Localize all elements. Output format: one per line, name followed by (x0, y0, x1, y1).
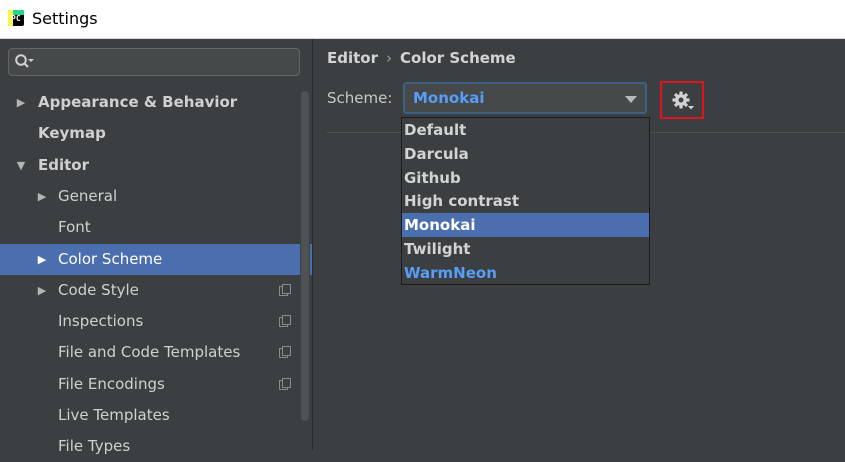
scheme-actions-button[interactable] (660, 81, 704, 119)
sidebar-item-label: Font (58, 218, 91, 236)
sidebar-item-color-scheme[interactable]: ▶ Color Scheme (0, 244, 312, 275)
scheme-option-twilight[interactable]: Twilight (402, 237, 649, 261)
gear-icon[interactable] (671, 90, 695, 112)
scheme-option-darcula[interactable]: Darcula (402, 142, 649, 166)
scheme-dropdown-list: Default Darcula Github High contrast Monokai… (401, 117, 650, 285)
sidebar-item-label: Color Scheme (58, 250, 163, 268)
title-bar: PC Settings (0, 0, 845, 39)
project-scope-icon (279, 315, 291, 327)
scrollbar-thumb[interactable] (301, 91, 309, 421)
search-input[interactable] (8, 48, 300, 76)
scheme-option-warmneon[interactable]: WarmNeon (402, 261, 649, 285)
settings-sidebar: ▶ Appearance & Behavior Keymap ▼ Editor ▶ Gene… (0, 39, 313, 455)
collapsed-arrow-icon[interactable]: ▶ (35, 275, 49, 306)
scheme-combobox[interactable]: Monokai (403, 82, 647, 114)
sidebar-item-label: General (58, 187, 118, 205)
chevron-down-icon (625, 96, 637, 103)
scheme-label: Scheme: (327, 89, 393, 107)
pycharm-icon: PC (8, 10, 24, 26)
sidebar-item-inspections[interactable]: Inspections (0, 306, 312, 337)
search-icon[interactable] (14, 53, 34, 71)
sidebar-item-file-and-code-templates[interactable]: File and Code Templates (0, 337, 312, 368)
sidebar-item-file-encodings[interactable]: File Encodings (0, 369, 312, 400)
breadcrumb-separator: › (386, 49, 392, 67)
sidebar-item-appearance-behavior[interactable]: ▶ Appearance & Behavior (0, 87, 312, 118)
scheme-option-high-contrast[interactable]: High contrast (402, 189, 649, 213)
sidebar-item-label: Keymap (38, 124, 106, 142)
breadcrumb-editor[interactable]: Editor (327, 49, 378, 67)
expanded-arrow-icon[interactable]: ▼ (14, 150, 28, 181)
scheme-option-default[interactable]: Default (402, 118, 649, 142)
project-scope-icon (279, 284, 291, 296)
sidebar-item-editor[interactable]: ▼ Editor (0, 150, 312, 181)
sidebar-item-code-style[interactable]: ▶ Code Style (0, 275, 312, 306)
sidebar-item-font[interactable]: Font (0, 212, 312, 243)
scheme-option-monokai[interactable]: Monokai (402, 213, 649, 238)
sidebar-item-label: Live Templates (58, 406, 170, 424)
sidebar-item-label: File Encodings (58, 375, 165, 393)
sidebar-item-label: File and Code Templates (58, 343, 241, 361)
collapsed-arrow-icon[interactable]: ▶ (14, 87, 28, 118)
breadcrumb: Editor › Color Scheme (327, 49, 516, 67)
sidebar-item-label: Code Style (58, 281, 139, 299)
project-scope-icon (279, 378, 291, 390)
sidebar-item-general[interactable]: ▶ General (0, 181, 312, 212)
sidebar-item-label: Inspections (58, 312, 144, 330)
breadcrumb-color-scheme: Color Scheme (400, 49, 516, 67)
scheme-option-github[interactable]: Github (402, 166, 649, 190)
collapsed-arrow-icon[interactable]: ▶ (35, 244, 49, 275)
project-scope-icon (279, 346, 291, 358)
sidebar-item-live-templates[interactable]: Live Templates (0, 400, 312, 431)
sidebar-item-keymap[interactable]: Keymap (0, 118, 312, 149)
sidebar-item-label: File Types (58, 437, 131, 455)
sidebar-scrollbar[interactable] (300, 87, 310, 450)
sidebar-item-file-types[interactable]: File Types (0, 431, 312, 462)
scheme-selected-value: Monokai (413, 89, 485, 107)
window-title: Settings (32, 9, 98, 28)
sidebar-item-label: Appearance & Behavior (38, 93, 238, 111)
collapsed-arrow-icon[interactable]: ▶ (35, 181, 49, 212)
content-panel: Editor › Color Scheme Scheme: Monokai Defa… (313, 39, 845, 450)
sidebar-item-label: Editor (38, 156, 89, 174)
